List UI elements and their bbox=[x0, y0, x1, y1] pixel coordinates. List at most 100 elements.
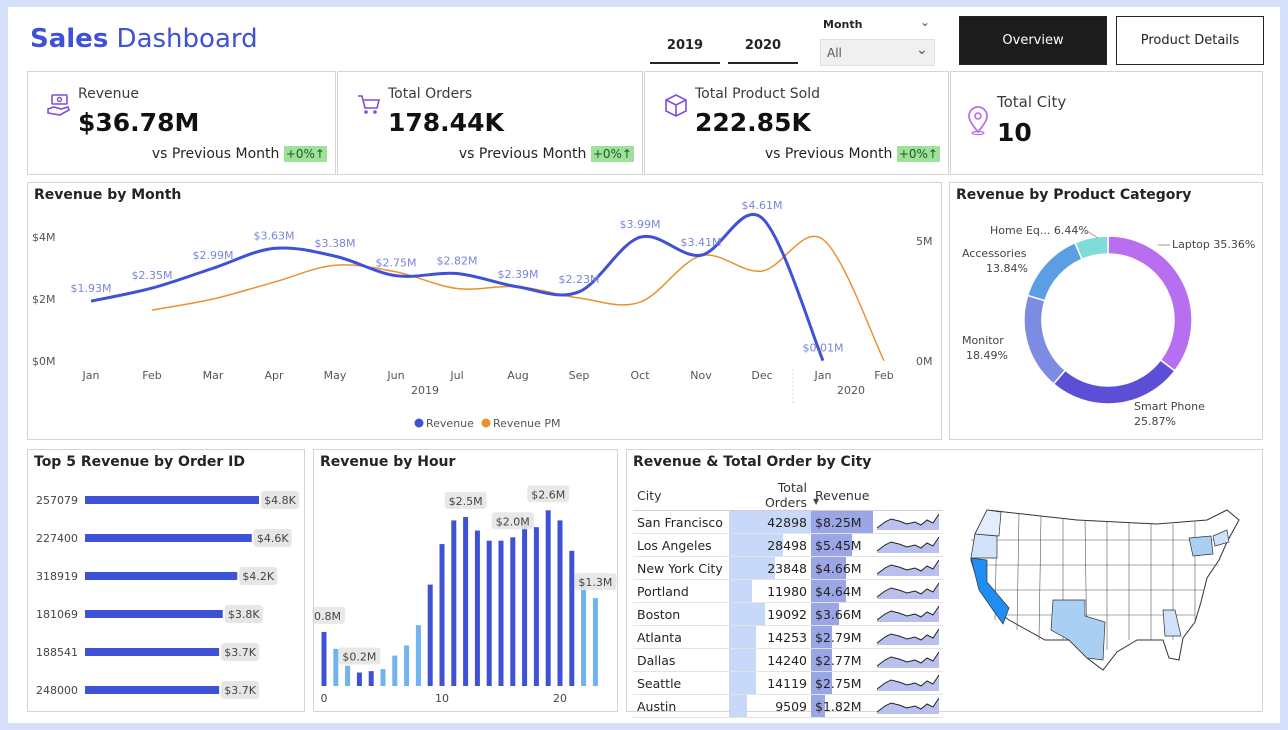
table-row[interactable]: Los Angeles 28498 $5.45M bbox=[633, 533, 944, 557]
order-id-label: 257079 bbox=[36, 494, 78, 507]
revenue-by-month-card: Revenue by Month $4M $2M $0M 5M 0M Jan Feb Mar A… bbox=[27, 182, 942, 440]
revenue-value: $2.79M bbox=[815, 629, 862, 645]
state-washington bbox=[974, 509, 1002, 537]
city-card: Revenue & Total Order by City City Total… bbox=[626, 449, 1263, 718]
kpi-product-sold-badge: +0%↑ bbox=[896, 146, 940, 162]
city-card-title: Revenue & Total Order by City bbox=[633, 454, 872, 470]
table-row[interactable]: San Francisco 42898 $8.25M bbox=[633, 510, 944, 534]
col-revenue[interactable]: Revenue ▼ bbox=[811, 480, 874, 511]
revenue-value: $5.45M bbox=[815, 537, 862, 553]
us-map[interactable] bbox=[957, 490, 1257, 690]
revenue-value: $8.25M bbox=[815, 514, 862, 530]
hour-bar bbox=[368, 671, 374, 686]
revenue-data-label: $0.01M bbox=[803, 342, 844, 355]
year-slicer-2020[interactable]: 2020 bbox=[728, 29, 798, 64]
month-dropdown[interactable]: All ⌄ bbox=[820, 39, 935, 66]
order-bar bbox=[85, 610, 223, 618]
city-name-cell: Boston bbox=[633, 602, 729, 626]
orders-value: 14253 bbox=[767, 629, 807, 645]
month-tick-label: Apr bbox=[264, 369, 284, 382]
table-row[interactable]: Seattle 14119 $2.75M bbox=[633, 671, 944, 695]
city-name-cell: Austin bbox=[633, 694, 729, 718]
product-details-button[interactable]: Product Details bbox=[1116, 16, 1264, 65]
orders-data-bar bbox=[729, 603, 766, 625]
sparkline-icon bbox=[877, 513, 940, 530]
hour-bar bbox=[333, 648, 339, 686]
sparkline-icon bbox=[877, 628, 940, 645]
month-tick-label: Oct bbox=[630, 369, 650, 382]
table-row[interactable]: New York City 23848 $4.66M bbox=[633, 556, 944, 580]
left-tick-label: $0M bbox=[32, 355, 56, 368]
order-value-label: $3.8K bbox=[228, 608, 260, 621]
orders-cell: 23848 bbox=[729, 556, 811, 580]
trend-cell bbox=[873, 648, 944, 672]
year-slicer-2019[interactable]: 2019 bbox=[650, 29, 720, 64]
state-oregon bbox=[970, 533, 998, 559]
revenue-cell: $4.64M bbox=[811, 579, 874, 603]
hour-bar bbox=[415, 625, 421, 686]
donut-slice bbox=[1026, 241, 1084, 302]
page-title: Sales Dashboard bbox=[30, 24, 258, 54]
order-id-label: 188541 bbox=[36, 646, 78, 659]
revenue-cell: $4.66M bbox=[811, 556, 874, 580]
overview-button[interactable]: Overview bbox=[959, 16, 1107, 65]
kpi-revenue-value: $36.78M bbox=[78, 108, 200, 137]
orders-cell: 14253 bbox=[729, 625, 811, 649]
revenue-value: $2.77M bbox=[815, 652, 862, 668]
month-tick-label: Jan bbox=[814, 369, 832, 382]
month-dropdown-value: All bbox=[827, 46, 842, 60]
month-collapse-chevron-icon[interactable]: ⌄ bbox=[920, 15, 930, 29]
hour-bar bbox=[581, 577, 587, 686]
orders-value: 23848 bbox=[767, 560, 807, 576]
donut-slice bbox=[1073, 235, 1109, 261]
left-tick-label: $2M bbox=[32, 293, 56, 306]
table-row[interactable]: Austin 9509 $1.82M bbox=[633, 694, 944, 718]
revenue-by-hour-card: Revenue by Hour 01020$0.8M$0.2M$2.5M$2.0… bbox=[313, 449, 618, 712]
sparkline-icon bbox=[877, 582, 940, 599]
sparkline-icon bbox=[877, 674, 940, 691]
kpi-revenue-label: Revenue bbox=[78, 86, 139, 102]
col-city[interactable]: City bbox=[633, 480, 729, 511]
table-row[interactable]: Dallas 14240 $2.77M bbox=[633, 648, 944, 672]
orders-data-bar bbox=[729, 695, 748, 717]
city-name-cell: San Francisco bbox=[633, 510, 729, 534]
hour-bar bbox=[498, 540, 504, 686]
revenue-data-label: $4.61M bbox=[742, 199, 783, 212]
orders-value: 28498 bbox=[767, 537, 807, 553]
trend-cell bbox=[873, 694, 944, 718]
sparkline-icon bbox=[877, 559, 940, 576]
kpi-card-total-orders: Total Orders 178.44K vs Previous Month +… bbox=[337, 71, 643, 175]
revenue-data-label: $2.23M bbox=[559, 273, 600, 286]
kpi-card-product-sold: Total Product Sold 222.85K vs Previous M… bbox=[644, 71, 949, 175]
cart-icon bbox=[358, 95, 381, 114]
kpi-city-value: 10 bbox=[997, 118, 1032, 147]
table-row[interactable]: Atlanta 14253 $2.79M bbox=[633, 625, 944, 649]
hour-bar bbox=[380, 669, 386, 686]
city-name-cell: Los Angeles bbox=[633, 533, 729, 557]
hour-bar bbox=[474, 530, 480, 686]
table-row[interactable]: Boston 19092 $3.66M bbox=[633, 602, 944, 626]
order-id-label: 227400 bbox=[36, 532, 78, 545]
dashboard-canvas: Sales Dashboard 2019 2020 Month ⌄ All ⌄ … bbox=[8, 7, 1280, 723]
city-table-header: City Total Orders Revenue ▼ bbox=[633, 480, 944, 511]
kpi-product-sold-label: Total Product Sold bbox=[695, 86, 820, 102]
hour-data-label: $0.2M bbox=[342, 650, 376, 663]
hour-bar bbox=[569, 550, 575, 686]
order-bar bbox=[85, 648, 220, 656]
order-bar bbox=[85, 534, 252, 542]
slice-label: Home Eq... 6.44% bbox=[990, 224, 1089, 237]
legend-revenue-marker bbox=[414, 418, 424, 428]
revenue-data-label: $3.38M bbox=[315, 237, 356, 250]
hour-bar bbox=[427, 584, 433, 686]
trend-cell bbox=[873, 510, 944, 534]
sort-descending-icon: ▼ bbox=[813, 497, 820, 506]
col-total-orders[interactable]: Total Orders bbox=[729, 480, 811, 511]
table-row[interactable]: Portland 11980 $4.64M bbox=[633, 579, 944, 603]
hour-bar bbox=[545, 510, 551, 686]
col-revenue-label: Revenue bbox=[815, 487, 870, 503]
order-id-label: 248000 bbox=[36, 684, 78, 697]
orders-data-bar bbox=[729, 672, 756, 694]
revenue-value: $1.82M bbox=[815, 698, 862, 714]
hour-bar bbox=[392, 655, 398, 686]
kpi-city-label: Total City bbox=[997, 93, 1067, 111]
